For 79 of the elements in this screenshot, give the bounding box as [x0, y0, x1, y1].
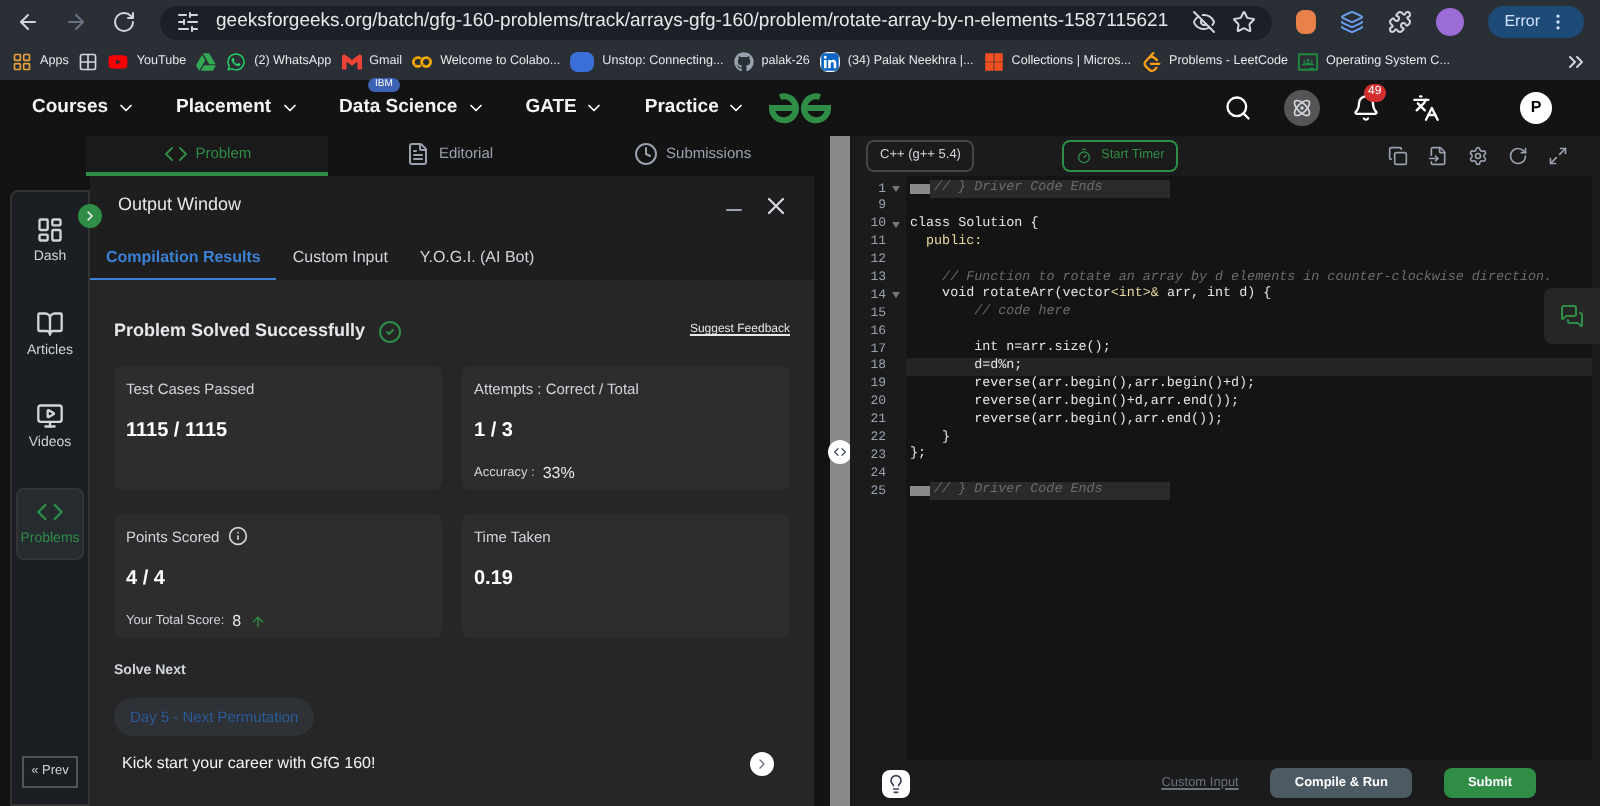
colab-logo-icon [412, 52, 433, 72]
dashboard-icon [36, 216, 64, 244]
reload-icon[interactable] [112, 10, 136, 34]
chat-icon [1560, 304, 1584, 328]
grid-icon[interactable] [78, 52, 99, 72]
settings-icon[interactable] [1468, 146, 1488, 166]
hint-button[interactable] [882, 769, 910, 797]
extension-icon[interactable] [1340, 10, 1365, 34]
cat-logo-icon [733, 52, 754, 72]
search-icon[interactable] [1224, 94, 1252, 122]
user-avatar[interactable]: P [1520, 92, 1552, 124]
drive-logo-icon[interactable] [196, 52, 217, 72]
back-icon[interactable] [16, 10, 40, 34]
nav-menu[interactable]: Data Science [339, 93, 458, 123]
video-icon [36, 402, 64, 430]
chevron-right-icon [754, 756, 770, 773]
book-icon [36, 309, 64, 337]
arrows-icon [832, 444, 848, 460]
stat-value: 1115 / 1115 [126, 417, 230, 446]
note-value: 33% [542, 461, 575, 486]
window-title: Output Window [118, 192, 242, 219]
stat-value: 4 / 4 [126, 565, 167, 594]
info-icon[interactable] [227, 526, 248, 547]
file-icon[interactable] [1428, 146, 1448, 166]
promo-text: Kick start your career with GfG 160! [122, 752, 376, 777]
fold-caret-icon[interactable] [892, 292, 900, 299]
chat-logo-icon [226, 52, 247, 72]
chevron-right-icon [82, 208, 98, 224]
close-icon[interactable] [762, 192, 790, 220]
timer-icon [1076, 148, 1093, 164]
play-logo-icon [108, 52, 129, 72]
theme-toggle-button[interactable] [1284, 90, 1320, 126]
note-value: 8 [232, 609, 242, 634]
classroom-logo-icon [1298, 52, 1319, 72]
check-circle-icon [377, 319, 402, 344]
atom-icon [1292, 98, 1312, 118]
forward-icon[interactable] [64, 10, 88, 34]
logo-icon[interactable] [764, 92, 836, 124]
avatar-icon[interactable] [1436, 8, 1465, 36]
extensions-icon[interactable] [1388, 10, 1413, 34]
more-bookmarks-icon[interactable] [1564, 50, 1588, 74]
fold-marker[interactable] [910, 183, 930, 194]
output-tab[interactable]: Custom Input [276, 236, 404, 280]
leetcode-logo-icon [1141, 52, 1161, 72]
in-logo-icon [819, 52, 840, 72]
chat-button[interactable] [1544, 288, 1600, 344]
nav-menu[interactable]: GATE [525, 93, 577, 123]
fold-caret-icon[interactable] [892, 185, 900, 192]
bell-icon[interactable] [1352, 94, 1380, 122]
clock-icon [634, 142, 659, 166]
stat-value: 0.19 [474, 565, 515, 594]
output-tab[interactable]: Y.O.G.I. (AI Bot) [403, 236, 551, 280]
translate-icon[interactable] [1412, 94, 1440, 122]
next-button[interactable] [750, 752, 774, 777]
result-status: Problem Solved Successfully [114, 318, 366, 344]
favicon-icon [570, 52, 595, 72]
fold-caret-icon[interactable] [892, 221, 900, 228]
apps-grid-icon [12, 52, 32, 72]
extension-icon[interactable] [1296, 10, 1317, 34]
eye-off-icon[interactable] [1192, 10, 1217, 34]
stat-value: 1 / 3 [474, 417, 515, 446]
windows-logo-icon [983, 52, 1004, 72]
output-tab[interactable]: Compilation Results [90, 236, 277, 280]
nav-menu[interactable]: Courses [32, 93, 109, 123]
reset-icon[interactable] [1508, 146, 1528, 166]
nav-menu[interactable]: Placement [176, 93, 272, 123]
code-icon [163, 142, 188, 166]
fold-marker[interactable] [910, 486, 930, 497]
lightbulb-icon [886, 773, 906, 793]
document-icon [406, 142, 431, 166]
profile-error-button[interactable]: Error [1488, 6, 1584, 38]
address-bar[interactable]: geeksforgeeks.org/batch/gfg-160-problems/track/arrays-gfg-160/problem/rotate-array-by-n-elements-1587115621 [160, 5, 1273, 39]
nav-menu[interactable]: Practice [644, 93, 719, 123]
site-info-icon[interactable] [176, 10, 200, 34]
star-icon[interactable] [1232, 10, 1257, 34]
url-text: geeksforgeeks.org/batch/gfg-160-problems/track/arrays-gfg-160/problem/rotate-array-by-n-elements-1587115621 [216, 7, 1171, 36]
fullscreen-icon[interactable] [1548, 146, 1568, 166]
mail-logo-icon [341, 52, 362, 72]
copy-icon[interactable] [1388, 146, 1408, 166]
